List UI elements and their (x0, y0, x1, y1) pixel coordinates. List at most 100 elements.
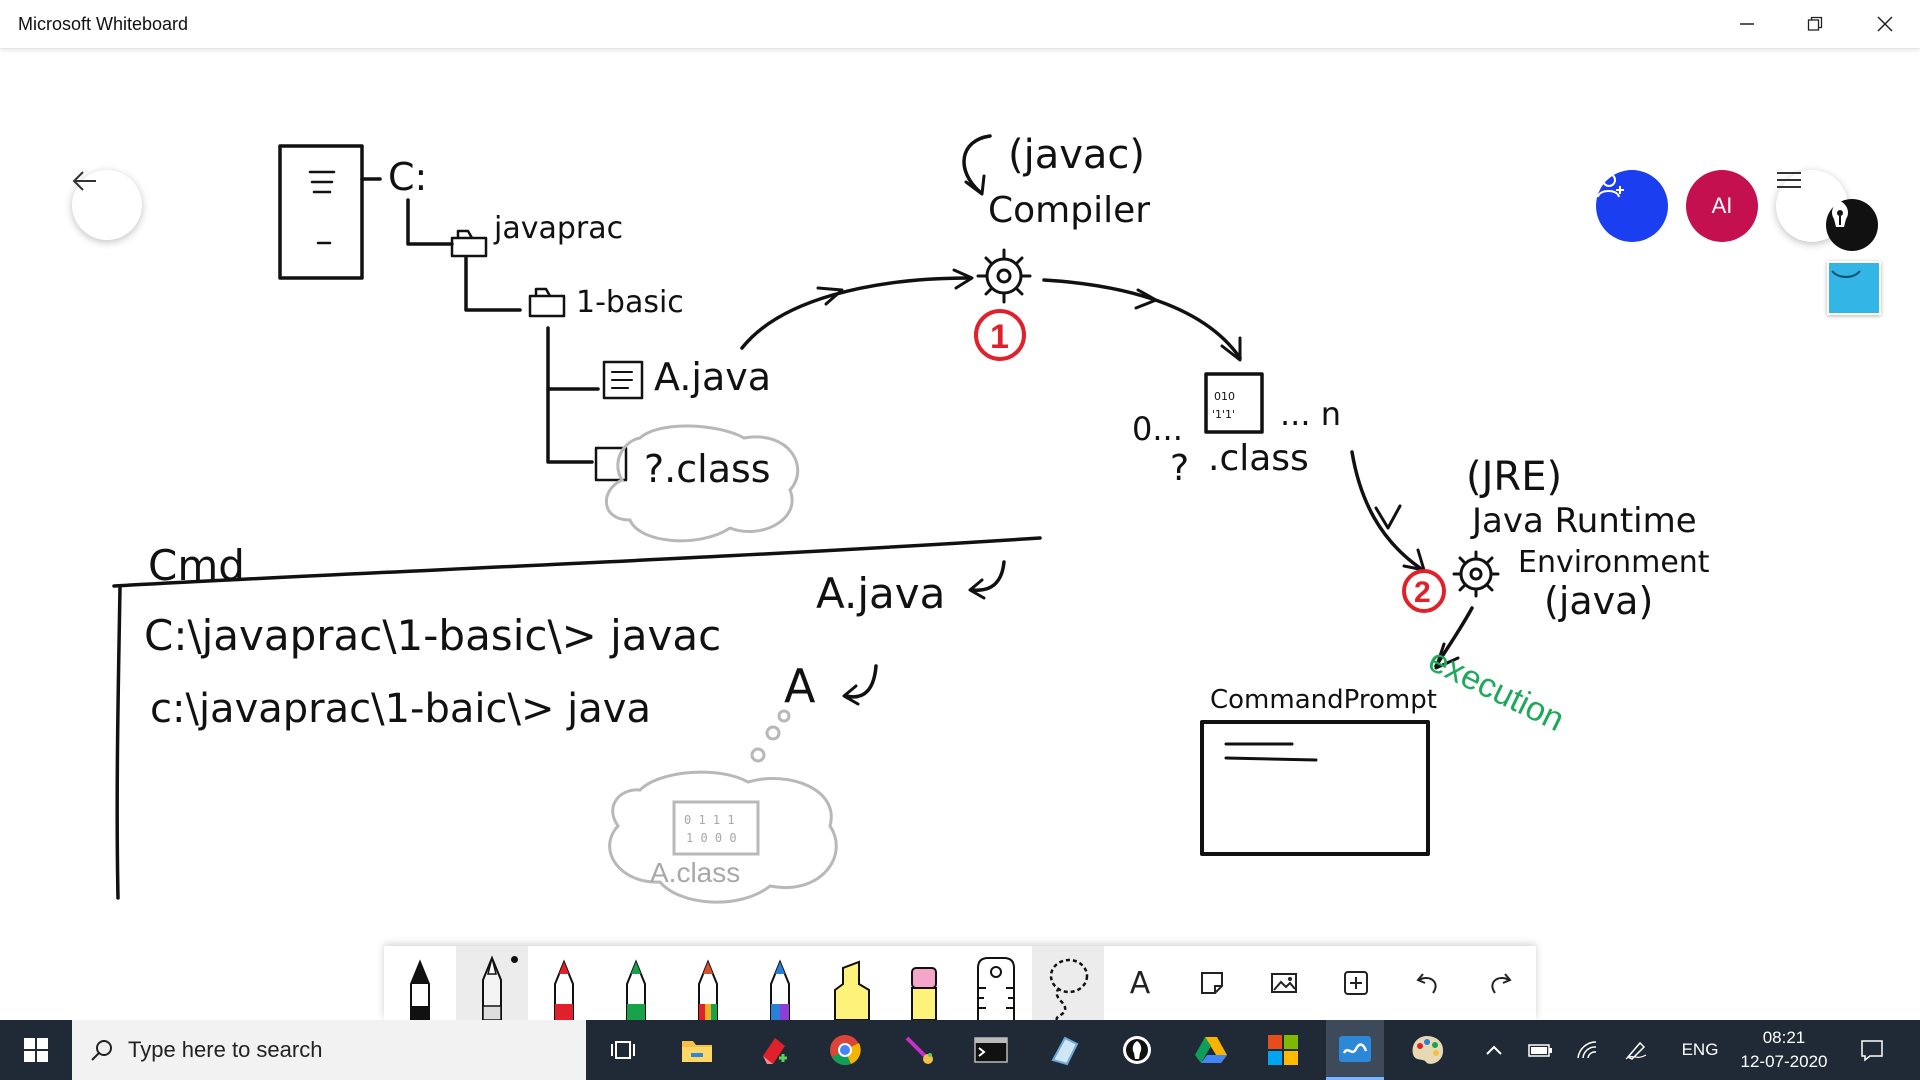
folder-icon (528, 287, 566, 318)
windows-logo-icon (24, 1038, 48, 1062)
wifi-icon (1577, 1041, 1597, 1059)
white-pen-icon (482, 955, 502, 1020)
chrome-button[interactable] (816, 1020, 874, 1080)
pen-workspace-icon (1625, 1041, 1647, 1060)
whiteboard-icon (1339, 1035, 1371, 1062)
compiler-gear (985, 257, 1023, 295)
restore-icon (1807, 16, 1823, 31)
pen-green-tool[interactable] (600, 946, 672, 1020)
class-label: .class (1208, 438, 1309, 479)
pen-workspace-button[interactable] (1618, 1020, 1654, 1080)
undo-button[interactable] (1392, 946, 1464, 1020)
pen-badge[interactable] (1826, 199, 1878, 251)
red-pen-icon (554, 959, 574, 1020)
whiteboard-button[interactable] (1326, 1020, 1384, 1080)
paint-palette-icon (1412, 1036, 1444, 1064)
ruler-icon (977, 957, 1015, 1020)
chevron-up-icon (1486, 1045, 1502, 1055)
svg-text:010: 010 (1214, 390, 1235, 403)
taskbar-search[interactable]: Type here to search (72, 1020, 586, 1080)
jre-line1-label: Java Runtime (1470, 501, 1697, 541)
note-icon (1201, 972, 1223, 994)
terminal-button[interactable] (962, 1020, 1020, 1080)
sticky-note-button[interactable] (1827, 261, 1881, 315)
green-pen-icon (626, 959, 646, 1020)
invite-button[interactable] (1596, 170, 1668, 242)
minimize-icon (1740, 23, 1754, 25)
show-hidden-icons[interactable] (1476, 1020, 1512, 1080)
title-bar: Microsoft Whiteboard (0, 0, 1920, 49)
cmd-line2-arg: A (784, 659, 816, 713)
folder-icon (450, 229, 488, 258)
jre-java-label: (java) (1544, 579, 1653, 623)
pen-app-button[interactable] (1108, 1020, 1166, 1080)
pen-rainbow-tool[interactable] (672, 946, 744, 1020)
class-range-start: 0... (1132, 410, 1183, 448)
clock-date: 12-07-2020 (1740, 1052, 1828, 1071)
command-prompt-drawing (1200, 720, 1430, 856)
windows-paint-3d-icon (763, 1038, 787, 1064)
redo-button[interactable] (1464, 946, 1536, 1020)
pen-galaxy-tool[interactable] (744, 946, 816, 1020)
pen-app-icon (1123, 1036, 1151, 1064)
paint-palette-button[interactable] (1398, 1020, 1456, 1080)
paint-brush-icon (905, 1036, 933, 1064)
rainbow-pen-icon (698, 959, 718, 1020)
note-tool[interactable] (1176, 946, 1248, 1020)
office-button[interactable] (1254, 1020, 1312, 1080)
ruler-tool[interactable] (960, 946, 1032, 1020)
onenote-icon (1051, 1036, 1079, 1066)
onenote-button[interactable] (1036, 1020, 1094, 1080)
eraser-tool[interactable] (888, 946, 960, 1020)
step-1-number: 1 (990, 318, 1009, 356)
class-range-end: ... n (1280, 395, 1341, 433)
minimize-button[interactable] (1712, 0, 1782, 48)
paint-3d-button[interactable] (744, 1020, 802, 1080)
drive-label: C: (388, 155, 427, 199)
google-drive-button[interactable] (1182, 1020, 1240, 1080)
folder1-label: javaprac (493, 211, 623, 246)
lasso-tool[interactable] (1032, 946, 1104, 1020)
network-indicator[interactable] (1570, 1020, 1606, 1080)
terminal-icon (974, 1037, 1008, 1063)
cmd-line1: C:\javaprac\1-basic\> javac (144, 611, 721, 660)
class-file-drawing (1204, 372, 1264, 434)
text-tool[interactable]: A (1104, 946, 1176, 1020)
highlighter-tool[interactable] (816, 946, 888, 1020)
svg-text:1 0 0 0: 1 0 0 0 (686, 831, 737, 845)
file-explorer-button[interactable] (668, 1020, 726, 1080)
hamburger-menu-icon (1777, 172, 1801, 188)
cmd-line1-arg: A.java (816, 569, 945, 618)
selected-indicator (511, 956, 518, 963)
execution-label: execution (1422, 641, 1569, 739)
start-button[interactable] (0, 1020, 72, 1080)
close-button[interactable] (1850, 0, 1920, 48)
compiler-paren-label: (javac) (1008, 132, 1145, 178)
notification-icon (1861, 1040, 1883, 1062)
action-center-button[interactable] (1852, 1020, 1892, 1080)
plus-box-icon (1344, 971, 1368, 995)
file-java-label: A.java (654, 355, 771, 399)
image-tool[interactable] (1248, 946, 1320, 1020)
language-indicator[interactable]: ENG (1672, 1020, 1728, 1080)
task-view-button[interactable] (594, 1020, 652, 1080)
pen-nib-icon (1832, 201, 1848, 227)
pen-red-tool[interactable] (528, 946, 600, 1020)
pen-black-tool[interactable] (384, 946, 456, 1020)
battery-indicator[interactable] (1522, 1020, 1558, 1080)
paint-brush-button[interactable] (890, 1020, 948, 1080)
svg-text:0 1 1 1: 0 1 1 1 (684, 813, 735, 827)
pen-white-tool[interactable] (456, 946, 528, 1020)
google-drive-icon (1195, 1037, 1227, 1063)
jre-paren-label: (JRE) (1466, 454, 1562, 500)
insert-tool[interactable] (1320, 946, 1392, 1020)
whiteboard-canvas[interactable]: C: javaprac 1-basic A.java ?.class (java… (0, 49, 1920, 1019)
back-button[interactable] (72, 170, 142, 240)
office-icon (1268, 1035, 1298, 1065)
restore-button[interactable] (1780, 0, 1850, 48)
class-question: ? (1170, 448, 1189, 489)
compiler-label: Compiler (988, 190, 1150, 231)
taskbar-clock[interactable]: 08:21 12-07-2020 (1740, 1026, 1828, 1074)
user-avatar[interactable]: AI (1686, 170, 1758, 242)
battery-icon (1528, 1044, 1552, 1057)
